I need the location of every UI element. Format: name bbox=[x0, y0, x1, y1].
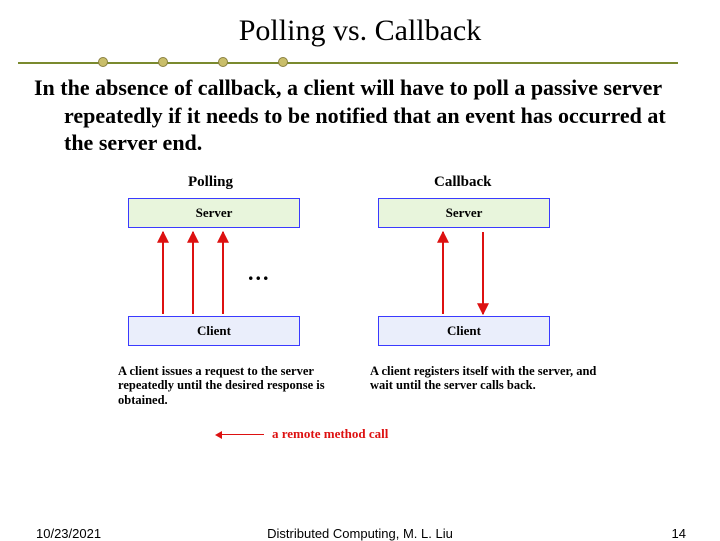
footer-center: Distributed Computing, M. L. Liu bbox=[0, 526, 720, 541]
rule-bead-icon bbox=[158, 57, 168, 67]
legend-arrow-icon bbox=[218, 434, 264, 435]
slide-title: Polling vs. Callback bbox=[0, 14, 720, 48]
footer-page-number: 14 bbox=[672, 526, 686, 541]
polling-title: Polling bbox=[188, 174, 233, 191]
legend-text: a remote method call bbox=[272, 426, 388, 442]
polling-server-label: Server bbox=[196, 205, 233, 221]
polling-client-box: Client bbox=[128, 316, 300, 346]
body-paragraph: In the absence of callback, a client wil… bbox=[34, 74, 674, 157]
callback-arrows-icon bbox=[418, 228, 518, 318]
callback-client-box: Client bbox=[378, 316, 550, 346]
body-text: In the absence of callback, a client wil… bbox=[34, 74, 674, 157]
callback-client-label: Client bbox=[447, 323, 481, 339]
rule-bead-icon bbox=[278, 57, 288, 67]
figure: Polling Server ... Client A client issue… bbox=[118, 174, 588, 464]
callback-server-box: Server bbox=[378, 198, 550, 228]
callback-caption: A client registers itself with the serve… bbox=[370, 364, 600, 393]
callback-title: Callback bbox=[434, 174, 492, 191]
polling-client-label: Client bbox=[197, 323, 231, 339]
ellipsis-icon: ... bbox=[248, 260, 271, 286]
slide: Polling vs. Callback In the absence of c… bbox=[0, 0, 720, 540]
title-rule bbox=[18, 55, 678, 69]
polling-server-box: Server bbox=[128, 198, 300, 228]
rule-bead-icon bbox=[98, 57, 108, 67]
polling-caption: A client issues a request to the server … bbox=[118, 364, 338, 407]
rule-bead-icon bbox=[218, 57, 228, 67]
rule-line bbox=[18, 62, 678, 64]
callback-server-label: Server bbox=[446, 205, 483, 221]
